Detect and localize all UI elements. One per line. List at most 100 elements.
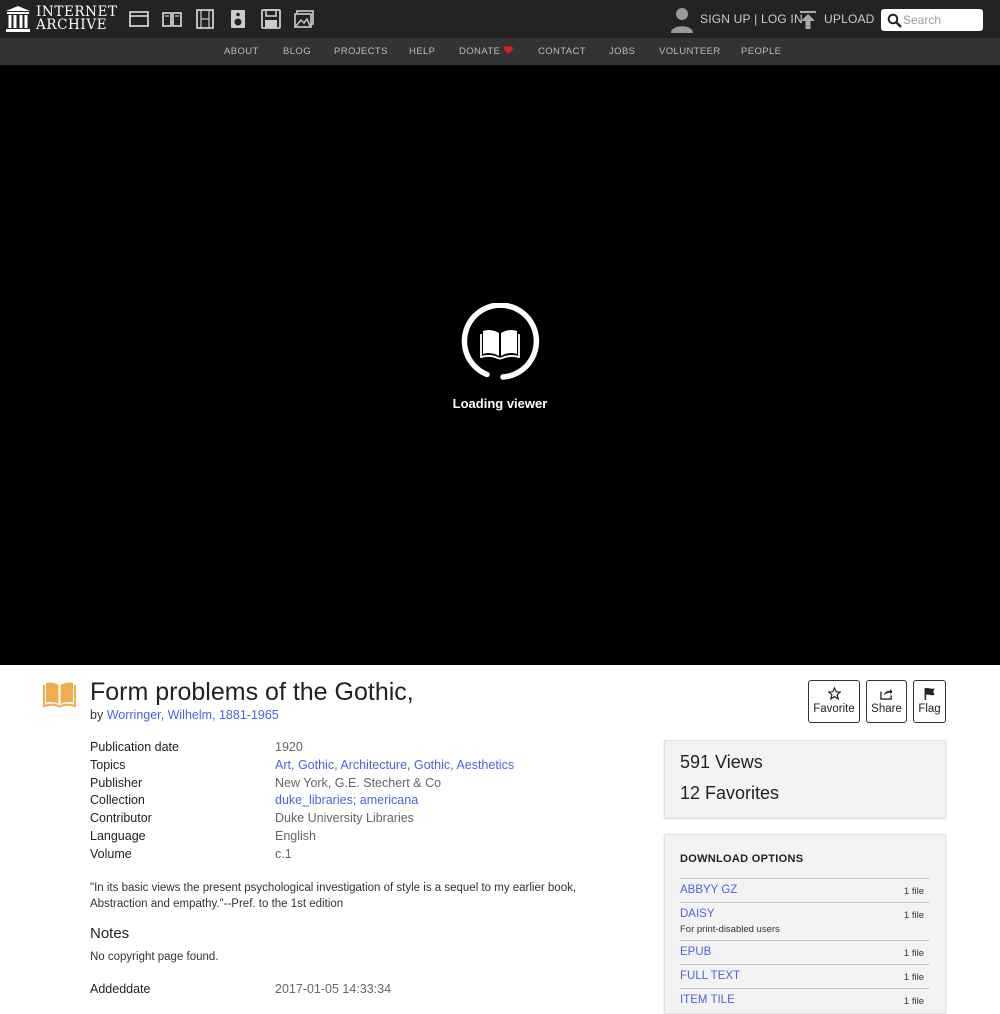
notes-heading: Notes	[90, 925, 130, 942]
auth-links: SIGN UP | LOG IN	[700, 12, 803, 26]
contributor-link[interactable]: Duke University Libraries	[275, 811, 414, 825]
publication-date-link[interactable]: 1920	[275, 740, 303, 754]
metadata-row-volume: Volume c.1	[90, 847, 650, 865]
download-file-count[interactable]: 1 file	[904, 996, 924, 1007]
metadata-label: Contributor	[90, 811, 152, 826]
topic-link[interactable]: Gothic	[414, 758, 450, 772]
loading-viewer-text: Loading viewer	[452, 396, 548, 411]
loading-spinner-icon	[461, 303, 540, 380]
search-icon[interactable]	[887, 13, 902, 28]
share-button[interactable]: Share	[866, 680, 907, 723]
download-row: FULL TEXT 1 file	[680, 964, 930, 988]
addeddate-value: 2017-01-05 14:33:34	[275, 982, 392, 996]
nav-help[interactable]: HELP	[409, 46, 435, 57]
download-row: EPUB 1 file	[680, 940, 930, 964]
upload-icon[interactable]	[799, 10, 817, 30]
nav-volunteer[interactable]: VOLUNTEER	[659, 46, 721, 57]
topic-link[interactable]: Gothic	[298, 758, 334, 772]
topic-link[interactable]: Art	[275, 758, 291, 772]
download-file-count[interactable]: 1 file	[904, 948, 924, 959]
publisher-value: New York, G.E. Stechert & Co	[275, 775, 442, 790]
item-description: "In its basic views the present psycholo…	[90, 882, 577, 910]
favorite-button[interactable]: Favorite	[808, 680, 860, 723]
secondary-nav: ABOUT BLOG PROJECTS HELP DONATE CONTACT …	[0, 38, 1000, 65]
topic-link[interactable]: Architecture	[340, 758, 407, 772]
nav-about[interactable]: ABOUT	[224, 46, 259, 57]
texts-icon[interactable]	[161, 8, 183, 30]
views-count: 591 Views	[680, 752, 763, 772]
download-file-count[interactable]: 1 file	[904, 886, 924, 897]
internet-archive-logo[interactable]: INTERNET ARCHIVE	[6, 5, 118, 34]
flag-icon	[924, 687, 935, 700]
download-file-count[interactable]: 1 file	[904, 910, 924, 921]
collection-separator: ;	[352, 793, 360, 808]
metadata-label: Publisher	[90, 775, 143, 790]
nav-jobs[interactable]: JOBS	[609, 46, 635, 57]
search-box	[881, 9, 983, 31]
download-row: ITEM TILE 1 file	[680, 988, 930, 1012]
web-icon[interactable]	[128, 8, 150, 30]
metadata-label: Volume	[90, 846, 132, 861]
book-viewer[interactable]: Loading viewer	[0, 65, 1000, 665]
language-link[interactable]: English	[275, 829, 316, 843]
user-account-icon[interactable]	[668, 5, 696, 33]
metadata-label: Collection	[90, 793, 145, 808]
images-icon[interactable]	[293, 8, 315, 30]
audio-icon[interactable]	[227, 8, 249, 30]
heart-icon	[504, 46, 514, 54]
favorite-label: Favorite	[813, 703, 855, 715]
metadata-row-language: Language English	[90, 829, 650, 847]
download-link-daisy[interactable]: DAISY	[680, 908, 715, 920]
logo-line-2: ARCHIVE	[36, 17, 108, 33]
star-icon	[827, 687, 841, 700]
archive-building-icon	[6, 6, 30, 32]
top-nav-bar: INTERNET ARCHIVE SIGN UP | LOG IN UPLOAD…	[0, 0, 1000, 38]
logo-text: INTERNET ARCHIVE	[36, 5, 118, 33]
share-label: Share	[871, 703, 902, 715]
metadata-row-contributor: Contributor Duke University Libraries	[90, 811, 650, 829]
collection-link[interactable]: duke_libraries	[275, 793, 353, 807]
collection-list: duke_libraries; americana	[275, 793, 418, 807]
nav-blog[interactable]: BLOG	[283, 46, 311, 57]
search-input[interactable]	[903, 10, 981, 30]
metadata-label: Publication date	[90, 740, 179, 754]
sign-up-link[interactable]: SIGN UP	[700, 12, 751, 26]
download-link-item-tile[interactable]: ITEM TILE	[680, 994, 735, 1006]
video-icon[interactable]	[194, 8, 216, 30]
metadata-table: Publication date 1920 Topics Art, Gothic…	[90, 740, 650, 865]
download-link-epub[interactable]: EPUB	[680, 946, 711, 958]
log-in-link[interactable]: LOG IN	[761, 12, 803, 26]
share-icon	[880, 688, 893, 700]
download-note: For print-disabled users	[680, 924, 780, 935]
addeddate-label: Addeddate	[90, 982, 151, 996]
notes-text: No copyright page found.	[90, 951, 219, 963]
texts-book-icon	[43, 682, 76, 708]
nav-projects[interactable]: PROJECTS	[334, 46, 388, 57]
metadata-label: Language	[90, 828, 146, 843]
topic-separator: ,	[407, 757, 414, 772]
download-file-count[interactable]: 1 file	[904, 972, 924, 983]
auth-separator: |	[754, 12, 758, 26]
byline: by Worringer, Wilhelm, 1881-1965	[90, 708, 279, 722]
nav-contact[interactable]: CONTACT	[538, 46, 586, 57]
upload-link[interactable]: UPLOAD	[824, 12, 875, 26]
download-options-heading: DOWNLOAD OPTIONS	[680, 853, 804, 865]
nav-donate[interactable]: DONATE	[459, 46, 514, 57]
download-row: ABBYY GZ 1 file	[680, 878, 930, 902]
download-link-full-text[interactable]: FULL TEXT	[680, 970, 740, 982]
volume-value: c.1	[275, 846, 292, 861]
item-title: Form problems of the Gothic,	[90, 678, 414, 706]
metadata-row-publisher: Publisher New York, G.E. Stechert & Co	[90, 776, 650, 794]
download-link-abbyy-gz[interactable]: ABBYY GZ	[680, 884, 737, 896]
collection-link[interactable]: americana	[360, 793, 418, 807]
download-options-panel: DOWNLOAD OPTIONS ABBYY GZ 1 file DAISY F…	[664, 834, 946, 1014]
software-icon[interactable]	[260, 8, 282, 30]
flag-button[interactable]: Flag	[913, 680, 946, 723]
metadata-row-publication-date: Publication date 1920	[90, 740, 650, 758]
nav-people[interactable]: PEOPLE	[741, 46, 781, 57]
author-link[interactable]: Worringer, Wilhelm, 1881-1965	[107, 708, 279, 722]
by-prefix: by	[90, 708, 104, 722]
download-row: DAISY For print-disabled users 1 file	[680, 902, 930, 940]
stats-panel: 591 Views 12 Favorites	[664, 740, 946, 818]
topic-link[interactable]: Aesthetics	[456, 758, 514, 772]
